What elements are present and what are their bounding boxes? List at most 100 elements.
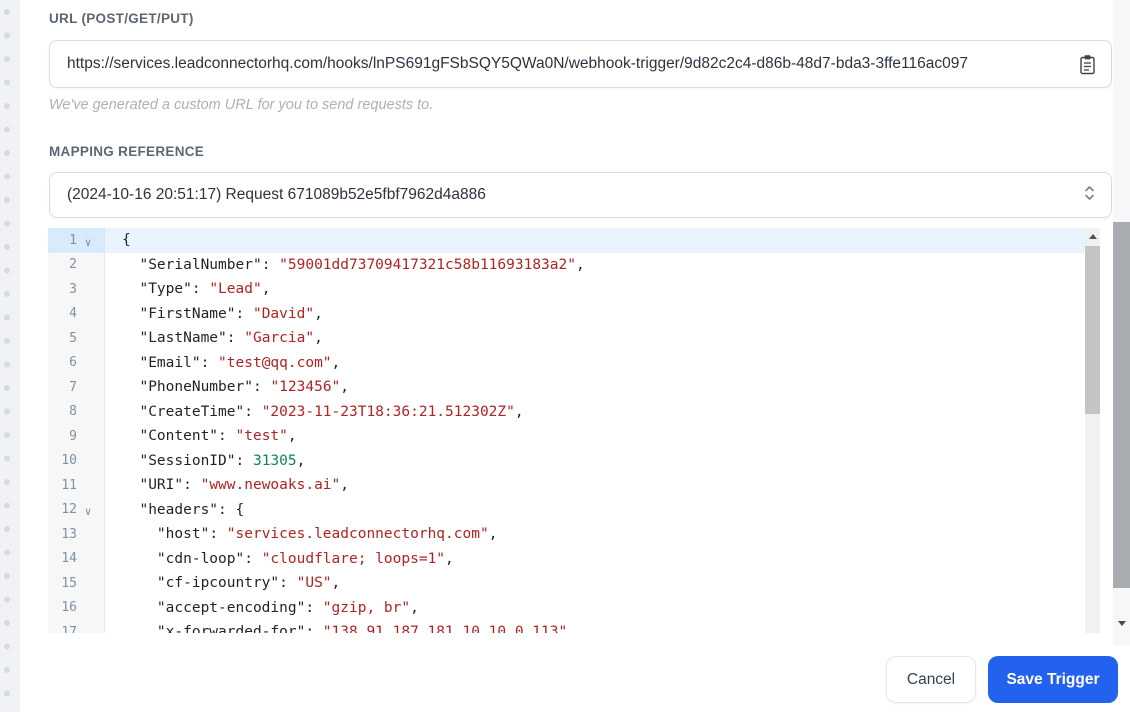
json-punctuation: : [261,256,280,273]
gutter-cell: 8 [48,400,104,425]
json-punctuation: , [340,477,350,493]
json-string-value: "test@qq.com" [218,354,332,371]
code-line[interactable]: "SessionID": 31305, [105,449,1085,474]
gutter-cell: 1 ∨ [48,228,104,253]
scrollbar-up-button[interactable] [1085,228,1100,244]
line-number: 17 [61,624,77,633]
webhook-url-input[interactable] [49,40,1112,88]
fold-gutter-spacer [77,606,99,610]
json-punctuation: , [287,428,297,444]
json-string-value: "59001dd73709417321c58b11693183a2" [279,256,576,273]
json-punctuation [122,477,139,493]
json-string-value: "Garcia" [244,330,315,346]
json-key: "SerialNumber" [139,256,262,273]
json-punctuation: , [261,281,271,297]
save-trigger-button[interactable]: Save Trigger [988,656,1118,703]
line-number: 3 [69,281,77,297]
json-key: "Type" [139,281,192,297]
gutter-cell: 17 [48,620,104,633]
json-punctuation: , [488,526,498,542]
json-punctuation: : [279,575,297,591]
json-key: "SessionID" [139,452,236,469]
code-line[interactable]: "Email": "test@qq.com", [105,351,1085,376]
json-punctuation [122,330,139,346]
fold-gutter-spacer [77,483,99,487]
json-key: "CreateTime" [139,403,245,420]
json-punctuation: , [314,305,323,322]
code-line[interactable]: "SerialNumber": "59001dd73709417321c58b1… [105,253,1085,278]
json-punctuation: , [514,403,524,420]
json-string-value: "cloudflare; loops=1" [261,550,446,567]
fold-gutter-spacer [77,630,99,633]
json-string-value: "138.91.187.181,10.10.0.113" [322,624,568,633]
code-line[interactable]: "cf-ipcountry": "US", [105,571,1085,596]
code-line[interactable]: "URI": "www.newoaks.ai", [105,473,1085,498]
code-line[interactable]: "FirstName": "David", [105,302,1085,327]
json-key: "PhoneNumber" [139,379,253,395]
line-number: 4 [69,306,77,322]
line-number: 16 [61,600,77,616]
code-line[interactable]: "PhoneNumber": "123456", [105,375,1085,400]
gutter-cell: 2 [48,253,104,278]
json-punctuation: : [305,599,323,616]
json-punctuation [122,453,139,469]
fold-gutter-spacer [77,312,99,316]
json-punctuation: : [218,428,236,444]
code-line[interactable]: "host": "services.leadconnectorhq.com", [105,522,1085,547]
json-punctuation [122,428,139,444]
gutter-cell: 4 [48,302,104,327]
mapping-reference-select[interactable]: (2024-10-16 20:51:17) Request 671089b52e… [49,172,1112,218]
json-string-value: "David" [252,305,315,322]
mapping-reference-label: MAPPING REFERENCE [49,144,205,159]
clipboard-icon [1079,55,1096,78]
code-line[interactable]: "LastName": "Garcia", [105,326,1085,351]
code-line[interactable]: { [105,228,1085,253]
json-punctuation [122,379,139,395]
json-string-value: "test" [235,428,288,444]
code-line[interactable]: "accept-encoding": "gzip, br", [105,596,1085,621]
mapping-reference-selected-value: (2024-10-16 20:51:17) Request 671089b52e… [67,186,486,203]
page-scrollbar[interactable] [1113,0,1130,645]
fold-arrow-icon[interactable]: ∨ [77,232,99,249]
code-line[interactable]: "CreateTime": "2023-11-23T18:36:21.51230… [105,400,1085,425]
json-punctuation: : [209,526,227,542]
copy-url-button[interactable] [1076,54,1098,78]
json-punctuation: : [305,624,323,633]
code-line[interactable]: "x-forwarded-for": "138.91.187.181,10.10… [105,620,1085,633]
fold-gutter-spacer [77,557,99,561]
line-number: 11 [61,477,77,493]
line-number: 1 [69,232,77,248]
gutter-cell: 7 [48,375,104,400]
json-string-value: "services.leadconnectorhq.com" [226,526,489,542]
gutter-cell: 6 [48,351,104,376]
line-number: 15 [61,575,77,591]
json-key: "LastName" [139,330,227,346]
triangle-down-icon [1117,620,1126,626]
code-line[interactable]: "cdn-loop": "cloudflare; loops=1", [105,547,1085,572]
json-key: "cdn-loop" [156,550,245,567]
editor-scrollbar[interactable] [1085,228,1100,633]
json-key: "host" [156,526,210,542]
code-line[interactable]: "Content": "test", [105,424,1085,449]
scrollbar-down-button[interactable] [1113,612,1130,634]
json-punctuation [122,404,139,420]
json-punctuation: : [235,452,253,469]
json-string-value: "123456" [270,379,341,395]
line-number: 12 [61,502,77,518]
gutter-cell: 11 [48,473,104,498]
json-punctuation: : [244,550,262,567]
gutter-cell: 13 [48,522,104,547]
json-punctuation [122,257,139,273]
json-punctuation: , [296,452,306,469]
fold-gutter-spacer [77,459,99,463]
fold-arrow-icon[interactable]: ∨ [77,501,99,518]
code-line[interactable]: "Type": "Lead", [105,277,1085,302]
json-code-editor[interactable]: 1 ∨ 2 3 4 5 6 7 8 9 10 11 12 ∨ 13 14 15 16 17 { "SerialNum… [48,228,1100,633]
json-number-value: 31305 [252,452,297,469]
editor-scrollbar-thumb[interactable] [1085,246,1100,414]
code-line[interactable]: "headers": { [105,498,1085,523]
line-number: 9 [69,428,77,444]
page-scrollbar-thumb[interactable] [1113,222,1130,588]
cancel-button[interactable]: Cancel [886,656,976,703]
json-string-value: "gzip, br" [322,599,411,616]
